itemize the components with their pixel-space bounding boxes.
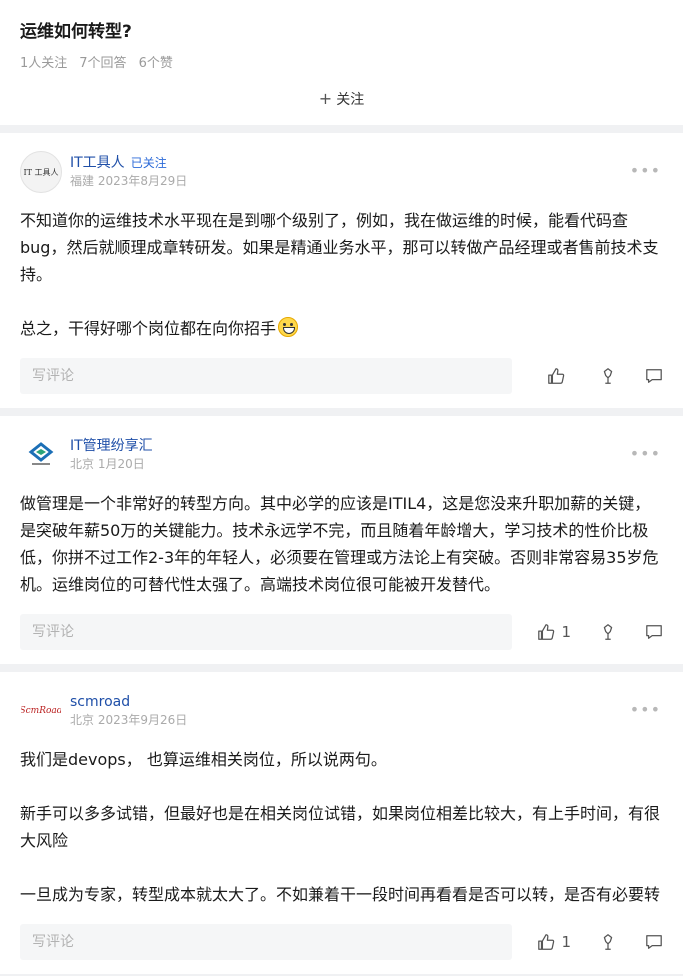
question-card: 运维如何转型? 1人关注 7个回答 6个赞 + 关注 — [0, 0, 683, 125]
like-count: 1 — [561, 623, 571, 641]
answer-actions: 写评论 — [20, 358, 663, 394]
like-icon — [538, 624, 555, 640]
answer-paragraph: 新手可以多多试错，但最好也是在相关岗位试错，如果岗位相差比较大，有上手时间，有很… — [20, 804, 661, 850]
comment-input[interactable]: 写评论 — [20, 924, 512, 960]
dislike-button[interactable] — [599, 933, 617, 951]
follow-question-button[interactable]: + 关注 — [20, 89, 663, 109]
author-location-date: 北京 1月20日 — [70, 457, 145, 471]
grin-emoji-icon — [278, 317, 299, 337]
avatar[interactable]: ScmRoad — [20, 690, 62, 732]
answer-card: IT管理纷享汇 北京 1月20日 ••• 做管理是一个非常好的转型方向。其中必学… — [0, 416, 683, 664]
comment-button[interactable] — [645, 623, 663, 641]
avatar[interactable]: IT 工具人 — [20, 151, 62, 193]
answer-body: 我们是devops， 也算运维相关岗位，所以说两句。 新手可以多多试错，但最好也… — [20, 746, 663, 908]
dislike-icon — [603, 934, 613, 950]
question-title[interactable]: 运维如何转型? — [20, 20, 663, 44]
more-icon[interactable]: ••• — [630, 161, 661, 180]
answer-header: IT 工具人 IT工具人 已关注 福建 2023年8月29日 — [20, 151, 663, 193]
answer-header: IT管理纷享汇 北京 1月20日 — [20, 434, 663, 476]
author-location-date: 福建 2023年8月29日 — [70, 174, 188, 188]
like-button[interactable]: 1 — [537, 623, 571, 641]
comment-icon — [646, 935, 662, 949]
answer-paragraph: 不知道你的运维技术水平现在是到哪个级别了，例如，我在做运维的时候，能看代码查bu… — [20, 211, 659, 284]
like-icon — [548, 368, 565, 384]
comment-icon — [646, 369, 662, 383]
comment-icon — [646, 625, 662, 639]
author-name[interactable]: IT工具人 — [70, 155, 125, 171]
followed-badge: 已关注 — [130, 156, 167, 170]
answer-paragraph: 一旦成为专家，转型成本就太大了。不如兼着干一段时间再看看是否可以转，是否有必要转 — [20, 885, 661, 904]
answer-card: IT 工具人 IT工具人 已关注 福建 2023年8月29日 ••• 不知道你的运… — [0, 133, 683, 408]
question-meta: 1人关注 7个回答 6个赞 — [20, 52, 663, 71]
answer-card: ScmRoad scmroad 北京 2023年9月26日 ••• 我们是dev… — [0, 672, 683, 974]
comment-input[interactable]: 写评论 — [20, 358, 512, 394]
dislike-icon — [603, 624, 613, 640]
answer-body: 做管理是一个非常好的转型方向。其中必学的应该是ITIL4，这是您没来升职加薪的关… — [20, 490, 663, 598]
answer-paragraph: 我们是devops， 也算运维相关岗位，所以说两句。 — [20, 750, 387, 769]
author-name[interactable]: IT管理纷享汇 — [70, 438, 153, 454]
plus-icon: + — [318, 89, 333, 108]
answer-actions: 写评论 1 — [20, 924, 663, 960]
answer-paragraph: 做管理是一个非常好的转型方向。其中必学的应该是ITIL4，这是您没来升职加薪的关… — [20, 494, 659, 594]
comment-input[interactable]: 写评论 — [20, 614, 512, 650]
answer-count: 7个回答 — [79, 56, 127, 71]
logo-icon — [28, 442, 54, 465]
more-icon[interactable]: ••• — [630, 700, 661, 719]
comment-button[interactable] — [645, 933, 663, 951]
like-button[interactable]: 1 — [537, 933, 571, 951]
like-count: 1 — [561, 933, 571, 951]
answer-paragraph: 总之，干得好哪个岗位都在向你招手 — [20, 315, 663, 342]
dislike-icon — [603, 368, 613, 384]
comment-button[interactable] — [645, 367, 663, 385]
follow-label: 关注 — [336, 92, 365, 108]
dislike-button[interactable] — [599, 623, 617, 641]
dislike-button[interactable] — [599, 367, 617, 385]
avatar[interactable] — [20, 434, 62, 476]
answer-body: 不知道你的运维技术水平现在是到哪个级别了，例如，我在做运维的时候，能看代码查bu… — [20, 207, 663, 342]
like-button[interactable] — [547, 367, 571, 385]
like-icon — [538, 934, 555, 950]
follower-count: 1人关注 — [20, 56, 68, 71]
answer-header: ScmRoad scmroad 北京 2023年9月26日 — [20, 690, 663, 732]
more-icon[interactable]: ••• — [630, 444, 661, 463]
answer-actions: 写评论 1 — [20, 614, 663, 650]
author-location-date: 北京 2023年9月26日 — [70, 713, 188, 727]
like-count: 6个赞 — [138, 56, 173, 71]
author-name[interactable]: scmroad — [70, 694, 130, 710]
